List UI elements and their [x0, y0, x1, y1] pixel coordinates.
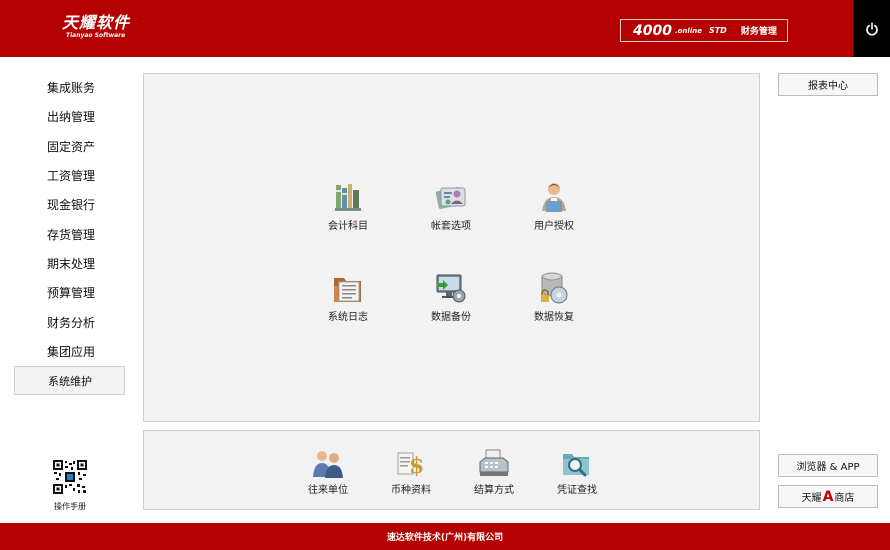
- store-a-logo: A: [822, 488, 834, 505]
- logo-subtext: Tianyao Software: [66, 32, 126, 39]
- tile-data-backup[interactable]: 数据备份: [411, 271, 491, 323]
- sidebar-nav: 集成账务 出纳管理 固定资产 工资管理 现金银行 存货管理 期末处理 预算管理 …: [14, 73, 125, 396]
- tile-label: 用户授权: [534, 221, 574, 232]
- sidebar-item-payroll[interactable]: 工资管理: [14, 161, 125, 190]
- company-name: 速达软件技术(广州)有限公司: [386, 533, 504, 543]
- sidebar-item-cashier[interactable]: 出纳管理: [14, 102, 125, 131]
- tile-business-partners[interactable]: 往来单位: [288, 448, 368, 496]
- database-disc-icon: [541, 272, 568, 304]
- report-center-button[interactable]: 报表中心: [778, 73, 878, 96]
- tile-currency-data[interactable]: $ 币种资料: [371, 448, 451, 496]
- search-folder-icon: [563, 454, 589, 477]
- id-card-icon: [435, 187, 466, 209]
- cash-register-icon: [479, 449, 509, 476]
- tile-label: 数据恢复: [534, 312, 574, 323]
- tile-label: 数据备份: [431, 312, 471, 323]
- books-icon: [335, 184, 361, 211]
- tile-label: 会计科目: [328, 221, 368, 232]
- folder-icon: [334, 278, 361, 302]
- sidebar-item-financial-analysis[interactable]: 财务分析: [14, 307, 125, 336]
- product-std: STD: [708, 26, 727, 35]
- user-icon: [542, 183, 566, 212]
- product-number: 4000: [633, 22, 672, 39]
- svg-text:$: $: [409, 453, 424, 478]
- currency-icon: $: [397, 452, 424, 478]
- store-prefix: 天耀: [801, 493, 822, 504]
- store-suffix: 商店: [834, 493, 855, 504]
- qr-code-icon: [52, 459, 88, 495]
- tile-label: 结算方式: [474, 485, 514, 496]
- sidebar-item-group[interactable]: 集团应用: [14, 337, 125, 366]
- product-edition-box: 4000 .online STD 财务管理: [620, 19, 788, 42]
- sidebar-item-budget[interactable]: 预算管理: [14, 278, 125, 307]
- app-store-button[interactable]: 天耀 A 商店: [778, 485, 878, 508]
- manual-qr[interactable]: 操作手册: [52, 459, 88, 512]
- main-panel: 会计科目 帐套选项 用户授权 系统日志 数据备份 数据恢复: [143, 73, 760, 422]
- top-bar: 天耀软件 Tianyao Software 4000 .online STD 财…: [0, 0, 890, 57]
- people-icon: [313, 451, 343, 478]
- tile-account-options[interactable]: 帐套选项: [411, 180, 491, 232]
- sidebar-item-system-maintenance[interactable]: 系统维护: [14, 365, 125, 396]
- power-button[interactable]: [853, 0, 890, 57]
- tile-system-log[interactable]: 系统日志: [308, 271, 388, 323]
- tile-label: 凭证查找: [557, 485, 597, 496]
- tile-settlement-method[interactable]: 结算方式: [454, 448, 534, 496]
- tile-label: 币种资料: [391, 485, 431, 496]
- power-icon: [865, 21, 878, 36]
- tile-user-authorization[interactable]: 用户授权: [514, 180, 594, 232]
- sidebar-item-cash-bank[interactable]: 现金银行: [14, 190, 125, 219]
- product-online: .online: [674, 26, 702, 35]
- tile-data-restore[interactable]: 数据恢复: [514, 271, 594, 323]
- tile-accounting-subjects[interactable]: 会计科目: [308, 180, 388, 232]
- monitor-gear-icon: [436, 274, 466, 303]
- logo-text: 天耀软件: [62, 13, 131, 32]
- sidebar-item-ledger[interactable]: 集成账务: [14, 73, 125, 102]
- browser-app-button[interactable]: 浏览器 & APP: [778, 454, 878, 477]
- brand-logo: 天耀软件 Tianyao Software: [62, 14, 130, 40]
- footer: 速达软件技术(广州)有限公司: [0, 523, 890, 550]
- sidebar-item-period-end[interactable]: 期末处理: [14, 249, 125, 278]
- sidebar-item-fixed-assets[interactable]: 固定资产: [14, 132, 125, 161]
- tile-label: 往来单位: [308, 485, 348, 496]
- tile-label: 系统日志: [328, 312, 368, 323]
- tile-voucher-search[interactable]: 凭证查找: [537, 448, 617, 496]
- sidebar-item-inventory[interactable]: 存货管理: [14, 219, 125, 248]
- qr-label: 操作手册: [54, 502, 86, 511]
- bottom-panel: 往来单位 $ 币种资料 结算方式 凭证查找: [143, 430, 760, 510]
- product-edition: 财务管理: [740, 27, 777, 37]
- tile-label: 帐套选项: [431, 221, 471, 232]
